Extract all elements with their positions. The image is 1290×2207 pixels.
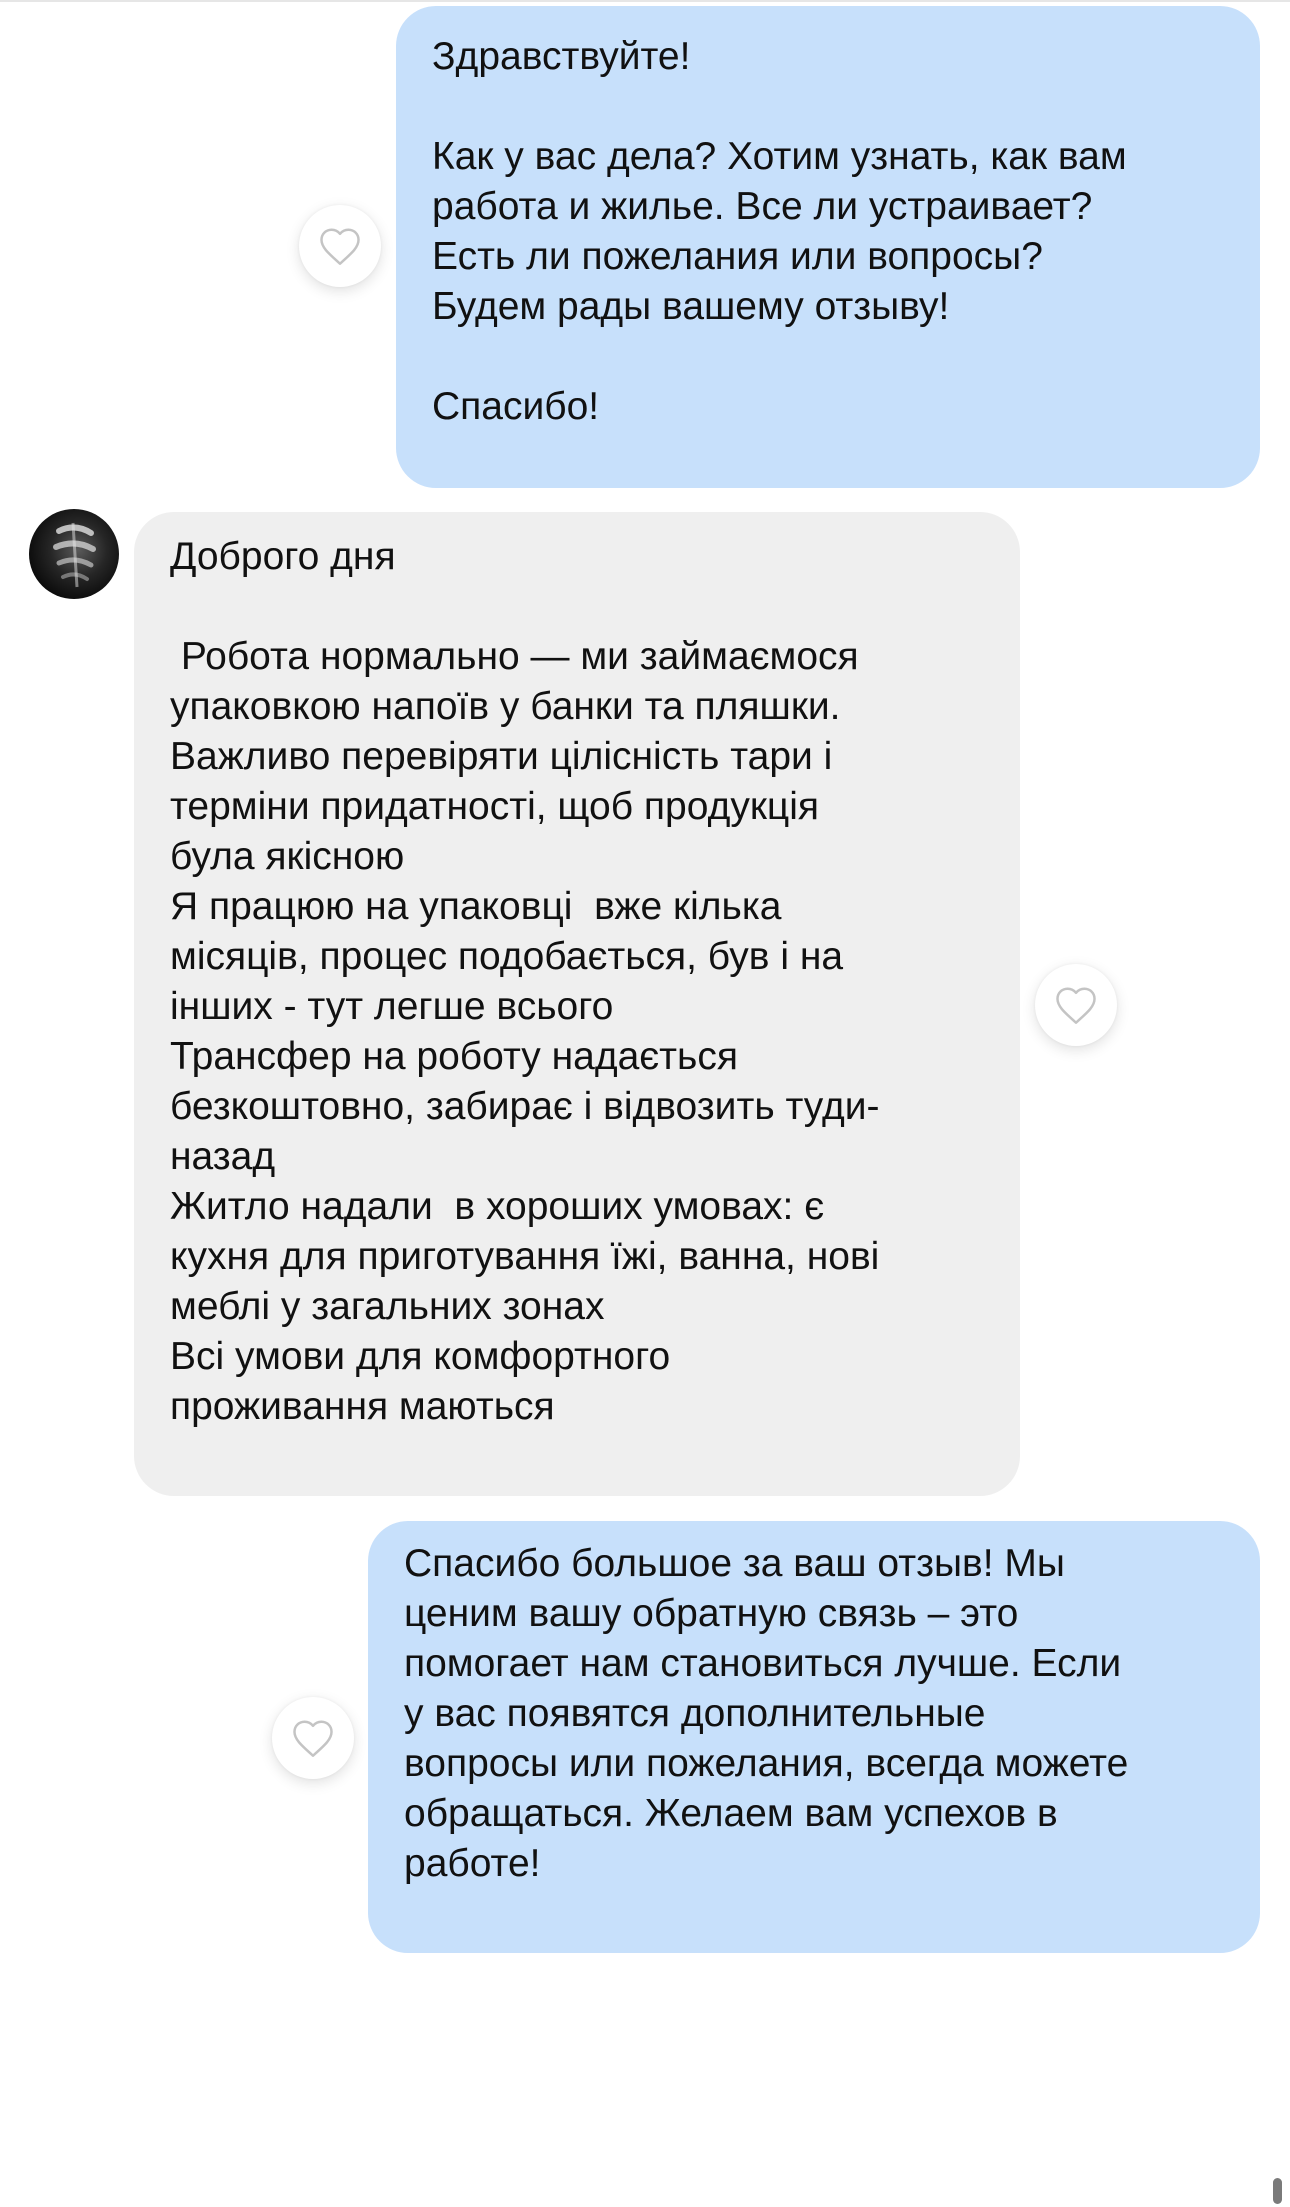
avatar-image [53, 522, 96, 588]
avatar[interactable] [29, 509, 119, 599]
heart-outline-icon [1056, 987, 1096, 1024]
heart-outline-icon [293, 1720, 333, 1757]
like-button[interactable] [299, 205, 381, 287]
scrollbar[interactable] [1273, 2178, 1282, 2204]
incoming-message[interactable]: Доброго дня Робота нормально — ми займає… [134, 512, 1020, 1496]
outgoing-message[interactable]: Здравствуйте! Как у вас дела? Хотим узна… [396, 6, 1260, 488]
top-divider [0, 0, 1290, 2]
outgoing-message[interactable]: Спасибо большое за ваш отзыв! Мы ценим в… [368, 1521, 1260, 1953]
heart-outline-icon [320, 228, 360, 265]
like-button[interactable] [1035, 964, 1117, 1046]
like-button[interactable] [272, 1697, 354, 1779]
